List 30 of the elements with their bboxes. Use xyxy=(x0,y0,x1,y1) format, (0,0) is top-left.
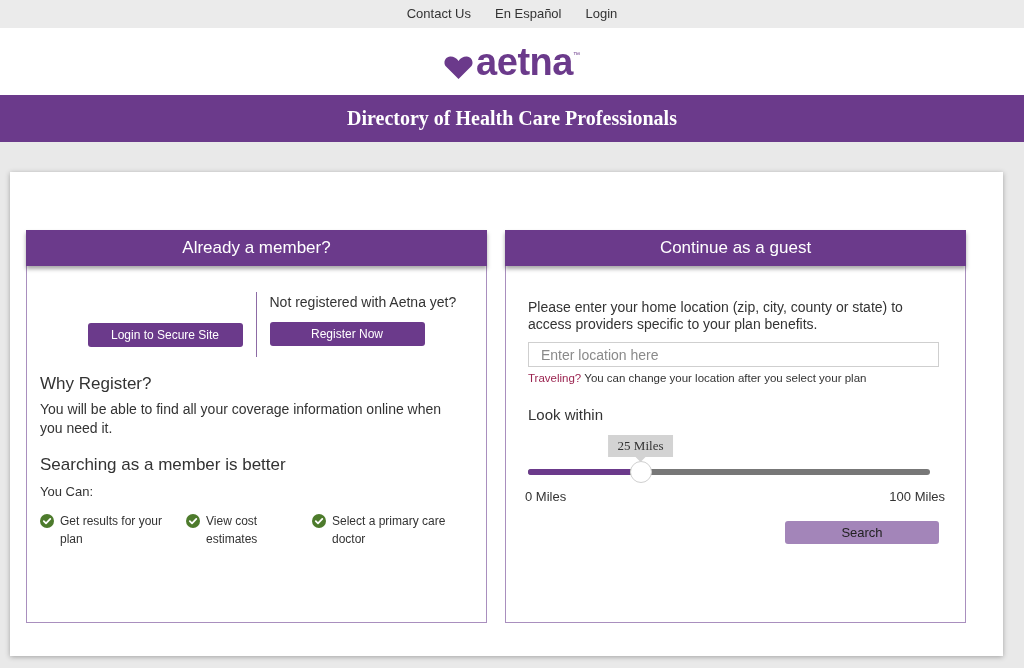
location-input[interactable]: Enter location here xyxy=(528,342,939,367)
register-button[interactable]: Register Now xyxy=(269,322,425,346)
slider-thumb[interactable] xyxy=(629,461,652,483)
top-nav-link[interactable]: Contact Us xyxy=(406,0,471,28)
logo-wordmark: aetna xyxy=(476,42,573,81)
value-tooltip: 25 Miles xyxy=(607,435,674,462)
register-prompt: Not registered with Aetna yet? xyxy=(269,294,458,311)
section-heading: Searching as a member is better xyxy=(40,455,287,475)
range-min-label: 0 Miles xyxy=(525,489,567,505)
section-heading: Why Register? xyxy=(40,374,153,394)
check-circle-icon xyxy=(186,514,200,528)
location-hint: Traveling? You can change your location after you select your plan xyxy=(528,371,868,385)
benefit-text: Get results for your plan xyxy=(60,513,164,548)
heart-logo-icon xyxy=(444,55,474,79)
slider-label: Look within xyxy=(528,406,605,424)
section-text: You will be able to find all your coverage information online when you need it. xyxy=(40,400,443,438)
benefit-text: Select a primary care doctor xyxy=(332,513,447,548)
instructions-text: Please enter your home location (zip, city, county or state) to access providers specific to your plan benefits. xyxy=(528,299,904,333)
login-button[interactable]: Login to Secure Site xyxy=(87,323,243,347)
range-max-label: 100 Miles xyxy=(889,489,945,505)
panel-header: Already a member? xyxy=(26,230,487,266)
benefits-intro: You Can: xyxy=(40,484,94,500)
traveling-link[interactable]: Traveling? xyxy=(528,372,582,384)
benefit-text: View cost estimates xyxy=(206,513,259,548)
top-nav-link[interactable]: Login xyxy=(585,0,618,28)
check-circle-icon xyxy=(40,514,54,528)
panel-header: Continue as a guest xyxy=(505,230,966,266)
page-title: Directory of Health Care Professionals xyxy=(346,106,678,132)
check-circle-icon xyxy=(312,514,326,528)
top-nav-link[interactable]: En Español xyxy=(495,0,562,28)
